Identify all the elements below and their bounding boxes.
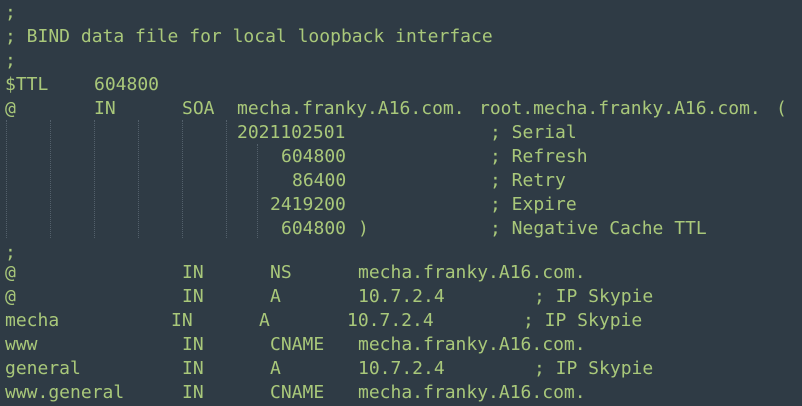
soa-refresh: 604800 <box>281 146 347 167</box>
code-line: ; <box>0 1 802 25</box>
record-line: @ IN NS mecha.franky.A16.com. <box>0 261 802 285</box>
ttl-line: $TTL 604800 <box>0 73 802 97</box>
record-name: @ <box>5 98 16 119</box>
record-line: @ IN A 10.7.2.4 ; IP Skypie <box>0 285 802 309</box>
record-name: www.general <box>5 382 125 403</box>
comment: ; Retry <box>490 170 566 191</box>
code-line: ; BIND data file for local loopback inte… <box>0 25 802 49</box>
record-type: SOA <box>182 98 215 119</box>
soa-serial: 2021102501 <box>237 122 346 143</box>
terminal-editor[interactable]: ; ; BIND data file for local loopback in… <box>0 0 802 406</box>
record-line: www.general IN CNAME mecha.franky.A16.co… <box>0 381 802 405</box>
record-data: 10.7.2.4 <box>358 286 445 307</box>
record-data: mecha.franky.A16.com. <box>358 382 586 403</box>
record-line: www IN CNAME mecha.franky.A16.com. <box>0 333 802 357</box>
record-class: IN <box>182 358 204 379</box>
record-name: mecha <box>5 310 60 331</box>
open-paren: ( <box>776 98 787 119</box>
record-line: general IN A 10.7.2.4 ; IP Skypie <box>0 357 802 381</box>
comment: ; BIND data file for local loopback inte… <box>5 26 493 47</box>
comment: ; Refresh <box>490 146 588 167</box>
comment: ; IP Skypie <box>534 358 654 379</box>
record-type: NS <box>270 262 292 283</box>
record-class: IN <box>182 334 204 355</box>
comment: ; <box>5 2 16 23</box>
record-data: mecha.franky.A16.com. <box>358 262 586 283</box>
record-type: CNAME <box>270 334 325 355</box>
ttl-value: 604800 <box>94 74 160 95</box>
record-data: 10.7.2.4 <box>358 358 445 379</box>
comment: ; Expire <box>490 194 577 215</box>
soa-line: @ IN SOA mecha.franky.A16.com. root.mech… <box>0 97 802 121</box>
soa-rname: root.mecha.franky.A16.com. <box>479 98 761 119</box>
ttl-directive: $TTL <box>5 74 49 95</box>
comment: ; IP Skypie <box>534 286 654 307</box>
record-type: CNAME <box>270 382 325 403</box>
close-paren: ) <box>358 218 369 239</box>
record-name: @ <box>5 286 16 307</box>
record-class: IN <box>171 310 193 331</box>
soa-negative-ttl: 604800 <box>281 218 347 239</box>
soa-retry: 86400 <box>292 170 347 191</box>
record-type: A <box>259 310 270 331</box>
soa-retry-line: 86400 ; Retry <box>0 169 802 193</box>
record-type: A <box>270 358 281 379</box>
code-line: ; <box>0 49 802 73</box>
soa-expire: 2419200 <box>270 194 346 215</box>
record-name: general <box>5 358 81 379</box>
record-data: 10.7.2.4 <box>347 310 434 331</box>
soa-mname: mecha.franky.A16.com. <box>237 98 465 119</box>
comment: ; IP Skypie <box>523 310 643 331</box>
comment: ; <box>5 50 16 71</box>
record-data: mecha.franky.A16.com. <box>358 334 586 355</box>
soa-expire-line: 2419200 ; Expire <box>0 193 802 217</box>
comment: ; Negative Cache TTL <box>490 218 707 239</box>
record-class: IN <box>94 98 116 119</box>
record-name: www <box>5 334 38 355</box>
record-class: IN <box>182 382 204 403</box>
soa-serial-line: 2021102501 ; Serial <box>0 121 802 145</box>
record-name: @ <box>5 262 16 283</box>
soa-refresh-line: 604800 ; Refresh <box>0 145 802 169</box>
record-type: A <box>270 286 281 307</box>
record-line: mecha IN A 10.7.2.4 ; IP Skypie <box>0 309 802 333</box>
record-class: IN <box>182 262 204 283</box>
soa-negative-line: 604800 ) ; Negative Cache TTL <box>0 217 802 241</box>
comment: ; Serial <box>490 122 577 143</box>
record-class: IN <box>182 286 204 307</box>
